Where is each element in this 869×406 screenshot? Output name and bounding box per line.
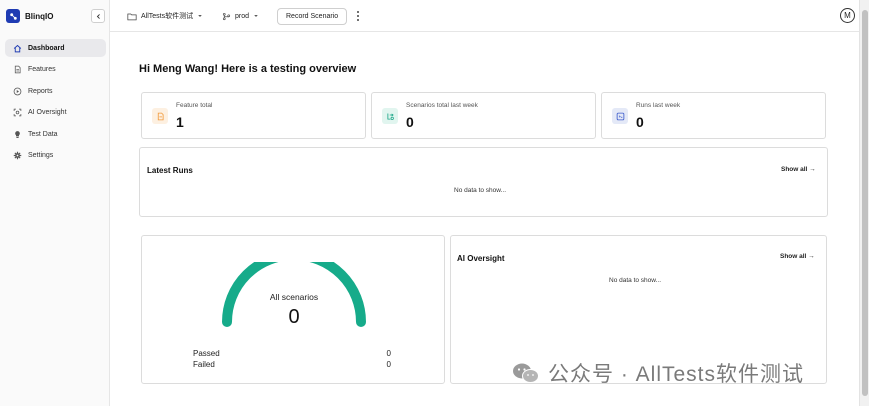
sidebar-item-label: Reports — [28, 87, 53, 95]
brand-name: BlinqIO — [25, 11, 54, 21]
sidebar-item-label: Test Data — [28, 130, 58, 138]
feature-icon — [152, 108, 168, 124]
gauge-total-value: 0 — [288, 306, 300, 328]
sidebar-item-label: Features — [28, 66, 56, 74]
ai-oversight-icon — [13, 109, 22, 117]
chevron-down-icon — [254, 15, 258, 17]
watermark: 公众号 · AllTests软件测试 — [512, 358, 804, 388]
passed-row: Passed 0 — [193, 349, 391, 358]
more-options-icon[interactable] — [355, 10, 361, 22]
document-icon — [14, 65, 21, 74]
chevron-left-icon — [96, 13, 100, 19]
runs-icon — [612, 108, 628, 124]
failed-row: Failed 0 — [193, 360, 391, 369]
stat-label: Runs last week — [636, 102, 681, 109]
stat-card-feature-total: Feature total 1 — [141, 92, 366, 139]
stat-value: 0 — [636, 114, 644, 130]
latest-runs-show-all-link[interactable]: Show all → — [781, 166, 816, 173]
branch-icon — [222, 12, 231, 20]
lightbulb-icon — [15, 130, 20, 138]
home-icon — [13, 44, 22, 52]
stat-value: 1 — [176, 114, 184, 130]
chevron-down-icon — [198, 15, 202, 17]
failed-label: Failed — [193, 360, 215, 369]
passed-label: Passed — [193, 349, 220, 358]
avatar[interactable]: M — [840, 8, 855, 23]
sidebar-nav: Dashboard Features Reports AI Oversight … — [5, 39, 106, 169]
sidebar: BlinqIO Dashboard Features Reports AI Ov… — [0, 0, 110, 406]
brand[interactable]: BlinqIO — [6, 9, 53, 23]
project-selector[interactable]: AllTests软件测试 — [127, 0, 203, 32]
record-scenario-button[interactable]: Record Scenario — [277, 8, 348, 25]
play-circle-icon — [13, 87, 22, 96]
sidebar-item-label: Dashboard — [28, 44, 65, 52]
scrollbar-thumb[interactable] — [862, 10, 868, 396]
wechat-icon — [513, 363, 539, 383]
sidebar-item-label: Settings — [28, 152, 54, 160]
stat-value: 0 — [406, 114, 414, 130]
project-name: AllTests软件测试 — [141, 13, 194, 20]
sidebar-item-reports[interactable]: Reports — [5, 82, 106, 100]
environment-selector[interactable]: prod — [222, 0, 259, 32]
stat-card-scenarios-total: Scenarios total last week 0 — [371, 92, 596, 139]
ai-oversight-show-all-link[interactable]: Show all → — [780, 253, 815, 260]
ai-oversight-title: AI Oversight — [457, 254, 505, 263]
collapse-sidebar-button[interactable] — [91, 9, 105, 23]
folder-icon — [127, 13, 137, 20]
sidebar-item-ai-oversight[interactable]: AI Oversight — [5, 104, 106, 122]
stat-label: Feature total — [176, 102, 213, 109]
latest-runs-title: Latest Runs — [147, 166, 193, 175]
gauge-label: All scenarios — [269, 292, 319, 302]
latest-runs-card — [139, 147, 828, 217]
gear-icon — [13, 152, 22, 160]
page-scrollbar[interactable] — [859, 0, 869, 406]
passed-value: 0 — [386, 349, 391, 358]
blinqio-logo-icon — [6, 9, 20, 23]
scenarios-icon — [382, 108, 398, 124]
latest-runs-empty-message: No data to show... — [454, 187, 507, 194]
sidebar-item-test-data[interactable]: Test Data — [5, 125, 106, 143]
failed-value: 0 — [386, 360, 391, 369]
stat-card-runs-last-week: Runs last week 0 — [601, 92, 826, 139]
page-title: Hi Meng Wang! Here is a testing overview — [139, 63, 357, 75]
ai-oversight-empty-message: No data to show... — [609, 277, 662, 284]
sidebar-item-settings[interactable]: Settings — [5, 147, 106, 165]
watermark-text: 公众号 · AllTests软件测试 — [548, 363, 805, 386]
environment-name: prod — [235, 12, 250, 20]
stat-label: Scenarios total last week — [406, 102, 478, 109]
sidebar-item-label: AI Oversight — [28, 109, 67, 117]
topbar: AllTests软件测试 prod Record Scenario M — [110, 0, 859, 32]
sidebar-item-features[interactable]: Features — [5, 61, 106, 79]
sidebar-item-dashboard[interactable]: Dashboard — [5, 39, 106, 57]
